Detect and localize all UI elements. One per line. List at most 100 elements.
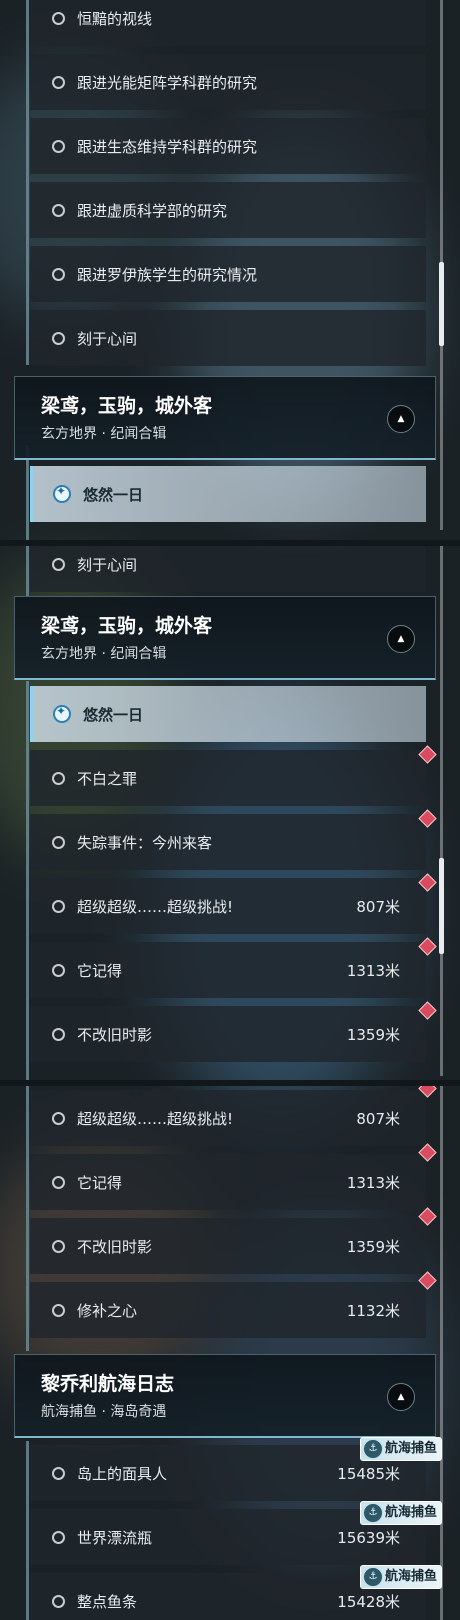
tag-label: 航海捕鱼	[384, 1441, 437, 1456]
quest-item[interactable]: 不改旧时影 1359米	[30, 1218, 426, 1274]
quest-label: 超级超级……超级挑战!	[77, 897, 234, 916]
radio-circle-icon	[52, 139, 65, 153]
quest-label: 修补之心	[77, 1301, 138, 1320]
distance-text: 1359米	[346, 1237, 400, 1256]
group-title: 梁鸢，玉驹，城外客	[41, 395, 213, 417]
quest-item[interactable]: 失踪事件：今州来客	[30, 814, 426, 870]
group-subtitle: 玄方地界 · 纪闻合辑	[41, 646, 167, 662]
radio-circle-icon	[52, 331, 65, 345]
quest-item[interactable]: 不白之罪	[30, 750, 426, 806]
quest-item[interactable]: 它记得 1313米	[30, 1154, 426, 1210]
quest-label: 不白之罪	[77, 769, 138, 788]
distance-text: 15485米	[337, 1464, 400, 1483]
quest-label: 不改旧时影	[77, 1237, 153, 1256]
quest-list-panel-2: 刻于心间 梁鸢，玉驹，城外客 玄方地界 · 纪闻合辑 ▲ 悠然一日 不白之罪 失…	[0, 546, 460, 1080]
scrollbar-thumb[interactable]	[439, 262, 444, 346]
quest-group-header[interactable]: 梁鸢，玉驹，城外客 玄方地界 · 纪闻合辑 ▲	[14, 376, 436, 460]
distance-text: 15639米	[337, 1528, 400, 1547]
quest-item-selected[interactable]: 悠然一日	[30, 686, 426, 742]
distance-text: 807米	[356, 1109, 400, 1128]
quest-item[interactable]: 刻于心间	[30, 546, 426, 592]
quest-label: 超级超级……超级挑战!	[77, 1109, 234, 1128]
quest-item[interactable]: 超级超级……超级挑战! 807米	[30, 1090, 426, 1146]
quest-label: 它记得	[77, 961, 123, 980]
quest-item[interactable]: 超级超级……超级挑战! 807米	[30, 878, 426, 934]
quest-list-panel-1: 恒黯的视线 跟进光能矩阵学科群的研究 跟进生态维持学科群的研究 跟进虚质科学部的…	[0, 0, 460, 540]
radio-circle-icon	[52, 203, 65, 217]
list-rail	[26, 1441, 29, 1620]
caret-up-icon[interactable]: ▲	[387, 405, 415, 433]
radio-circle-icon	[52, 899, 65, 913]
scrollbar-thumb[interactable]	[439, 858, 444, 954]
quest-label: 恒黯的视线	[77, 9, 153, 28]
distance-text: 15428米	[337, 1592, 400, 1611]
radio-circle-icon	[52, 963, 65, 977]
target-icon	[53, 704, 71, 723]
distance-text: 807米	[356, 897, 400, 916]
quest-item[interactable]: 恒黯的视线	[30, 0, 426, 46]
quest-group-header[interactable]: 黎乔利航海日志 航海捕鱼 · 海岛奇遇 ▲	[14, 1354, 436, 1438]
fishing-icon: ⚓	[362, 1439, 383, 1459]
caret-up-icon[interactable]: ▲	[387, 1383, 415, 1411]
quest-item[interactable]: 跟进虚质科学部的研究	[30, 182, 426, 238]
radio-circle-icon	[52, 75, 65, 89]
quest-item[interactable]: 它记得 1313米	[30, 942, 426, 998]
caret-up-icon[interactable]: ▲	[387, 625, 415, 653]
distance-text: 1313米	[346, 961, 400, 980]
radio-circle-icon	[52, 267, 65, 281]
distance-text: 1132米	[346, 1301, 400, 1320]
quest-label: 悠然一日	[83, 485, 144, 504]
quest-list-panel-3: 超级超级……超级挑战! 807米 它记得 1313米 不改旧时影 1359米 修…	[0, 1086, 460, 1620]
quest-label: 它记得	[77, 1173, 123, 1192]
activity-tag: ⚓ 航海捕鱼	[359, 1437, 442, 1461]
group-subtitle: 航海捕鱼 · 海岛奇遇	[41, 1404, 167, 1420]
radio-circle-icon	[52, 771, 65, 785]
quest-label: 世界漂流瓶	[77, 1528, 153, 1547]
radio-circle-icon	[52, 557, 65, 571]
tag-label: 航海捕鱼	[384, 1505, 437, 1520]
distance-text: 1313米	[346, 1173, 400, 1192]
quest-label: 刻于心间	[77, 329, 138, 348]
quest-label: 跟进光能矩阵学科群的研究	[77, 73, 258, 92]
quest-item[interactable]: 不改旧时影 1359米	[30, 1006, 426, 1062]
distance-text: 1359米	[346, 1025, 400, 1044]
radio-circle-icon	[52, 1027, 65, 1041]
target-icon	[53, 484, 71, 503]
activity-tag: ⚓ 航海捕鱼	[359, 1501, 442, 1525]
scrollbar-track[interactable]	[440, 546, 443, 1076]
radio-circle-icon	[52, 835, 65, 849]
quest-label: 刻于心间	[77, 555, 138, 574]
quest-item[interactable]: 跟进光能矩阵学科群的研究	[30, 54, 426, 110]
quest-label: 岛上的面具人	[77, 1464, 168, 1483]
tag-label: 航海捕鱼	[384, 1569, 437, 1584]
quest-label: 跟进虚质科学部的研究	[77, 201, 228, 220]
quest-label: 失踪事件：今州来客	[77, 833, 213, 852]
quest-label: 悠然一日	[83, 705, 144, 724]
quest-label: 不改旧时影	[77, 1025, 153, 1044]
list-rail	[26, 0, 29, 365]
quest-item[interactable]: 修补之心 1132米	[30, 1282, 426, 1338]
radio-circle-icon	[52, 1239, 65, 1253]
radio-circle-icon	[52, 1466, 65, 1480]
quest-group-header[interactable]: 梁鸢，玉驹，城外客 玄方地界 · 纪闻合辑 ▲	[14, 596, 436, 680]
quest-label: 整点鱼条	[77, 1592, 138, 1611]
radio-circle-icon	[52, 1594, 65, 1608]
quest-item-selected[interactable]: 悠然一日	[30, 466, 426, 522]
list-rail	[26, 681, 29, 1080]
scrollbar-track[interactable]	[440, 1086, 443, 1620]
activity-tag: ⚓ 航海捕鱼	[359, 1565, 442, 1589]
fishing-icon: ⚓	[362, 1503, 383, 1523]
group-subtitle: 玄方地界 · 纪闻合辑	[41, 426, 167, 442]
radio-circle-icon	[52, 1175, 65, 1189]
quest-item[interactable]: 刻于心间	[30, 310, 426, 366]
radio-circle-icon	[52, 1111, 65, 1125]
radio-circle-icon	[52, 1530, 65, 1544]
group-title: 梁鸢，玉驹，城外客	[41, 615, 213, 637]
radio-circle-icon	[52, 11, 65, 25]
quest-item[interactable]: 跟进罗伊族学生的研究情况	[30, 246, 426, 302]
list-rail	[26, 546, 29, 596]
radio-circle-icon	[52, 1303, 65, 1317]
list-rail	[26, 1086, 29, 1351]
quest-item[interactable]: 跟进生态维持学科群的研究	[30, 118, 426, 174]
group-title: 黎乔利航海日志	[41, 1373, 175, 1395]
